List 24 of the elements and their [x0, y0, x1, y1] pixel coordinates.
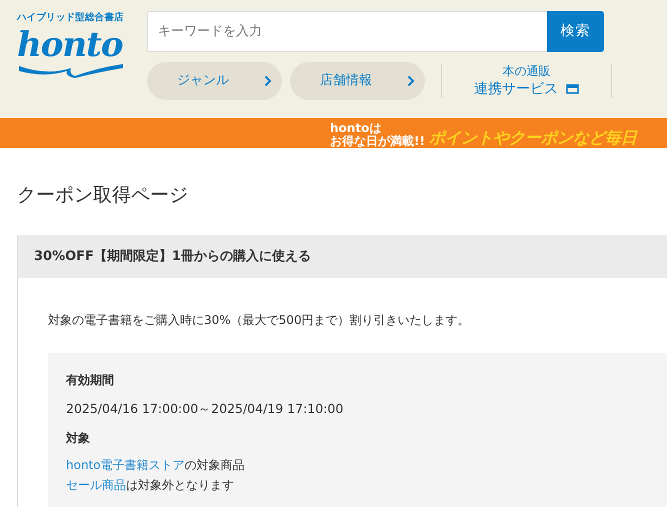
detail-heading: 対象 — [66, 430, 91, 447]
search-button[interactable]: 検索 — [547, 11, 604, 52]
nav-button[interactable]: 店舗情報 — [290, 62, 425, 100]
page-title: クーポン取得ページ — [17, 184, 189, 207]
detail-link[interactable]: honto電子書籍ストア — [66, 458, 185, 472]
service-link[interactable]: 本の通販 連携サービス — [450, 64, 603, 98]
swoosh-icon — [17, 62, 125, 78]
detail-text: セール商品は対象外となります — [66, 476, 235, 494]
banner-slogan: ポイントやクーポンなど毎日 — [428, 127, 637, 148]
chevron-right-icon — [264, 75, 272, 87]
chevron-right-icon — [407, 75, 415, 87]
logo-text[interactable]: honto — [17, 25, 128, 66]
coupon-title: 30%OFF【期間限定】1冊からの購入に使える — [18, 234, 667, 278]
tagline: ハイブリッド型総合書店 — [17, 11, 125, 25]
detail-link[interactable]: セール商品 — [66, 478, 126, 492]
detail-text: 2025/04/16 17:00:00～2025/04/19 17:10:00 — [66, 400, 344, 418]
card-icon — [566, 84, 579, 94]
detail-heading: 有効期間 — [66, 372, 115, 389]
banner-text: お得な日が満載!! — [330, 135, 425, 148]
banner-text: hontoは — [330, 122, 382, 135]
coupon-description: 対象の電子書籍をご購入時に30%（最大で500円まで）割り引きいたします。 — [47, 312, 471, 329]
detail-text: honto電子書籍ストアの対象商品 — [66, 456, 246, 474]
nav-button[interactable]: ジャンル — [147, 62, 282, 100]
search-field[interactable]: キーワードを入力 — [147, 11, 547, 52]
